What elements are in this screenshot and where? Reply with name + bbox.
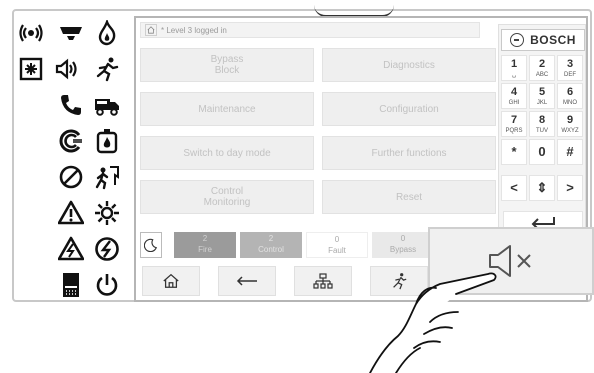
printer-icon (58, 272, 84, 298)
key-6[interactable]: 6 MNO (557, 83, 583, 109)
bypass-block-button[interactable]: Bypass Block (140, 48, 314, 82)
home-mini-icon[interactable] (145, 24, 157, 36)
key-5[interactable]: 5 JKL (529, 83, 555, 109)
alarm-signal-icon (18, 20, 44, 46)
key-3[interactable]: 3 DEF (557, 55, 583, 81)
back-arrow-icon (236, 276, 257, 286)
fault-counter[interactable]: 0 Fault (306, 232, 368, 258)
smoke-detector-icon (18, 56, 44, 82)
door-release-icon (94, 164, 120, 190)
key-0[interactable]: 0 (529, 139, 555, 165)
evacuation-icon (94, 56, 120, 82)
home-icon (163, 273, 179, 288)
key-1[interactable]: 1 ␣ (501, 55, 527, 81)
siren-icon (58, 20, 84, 46)
fire-counter[interactable]: 2 Fire (174, 232, 236, 258)
moon-icon (144, 238, 158, 252)
warning-icon (58, 200, 84, 226)
key-hash[interactable]: # (557, 139, 583, 165)
extinguishing-icon (58, 128, 84, 154)
fire-icon (94, 20, 120, 46)
login-status-text: * Level 3 logged in (161, 25, 227, 35)
control-monitoring-button[interactable]: Control Monitoring (140, 180, 314, 214)
phone-icon (58, 92, 84, 118)
pointing-hand-icon (369, 272, 497, 373)
network-button[interactable] (294, 266, 352, 296)
key-8[interactable]: 8 TUV (529, 111, 555, 137)
sun-icon (94, 200, 120, 226)
disabled-icon (58, 164, 84, 190)
key-2[interactable]: 2 ABC (529, 55, 555, 81)
key-9[interactable]: 9 WXYZ (557, 111, 583, 137)
fault-icon (58, 236, 84, 262)
loudspeaker-icon (54, 56, 80, 82)
reset-button[interactable]: Reset (322, 180, 496, 214)
status-bar: * Level 3 logged in (140, 22, 480, 38)
back-button[interactable] (218, 266, 276, 296)
diagnostics-button[interactable]: Diagnostics (322, 48, 496, 82)
key-right[interactable]: > (557, 175, 583, 201)
power-fault-icon (94, 236, 120, 262)
keypad: BOSCH 1 ␣ 2 ABC 3 DEF 4 GHI 5 JKL 6 MNO 7 PQRS … (498, 24, 586, 240)
key-4[interactable]: 4 GHI (501, 83, 527, 109)
key-left[interactable]: < (501, 175, 527, 201)
network-icon (313, 273, 333, 289)
brand-logo: BOSCH (501, 29, 585, 51)
bosch-logo-icon (510, 33, 525, 47)
fire-truck-icon (94, 92, 120, 118)
switch-day-mode-button[interactable]: Switch to day mode (140, 136, 314, 170)
power-icon (94, 272, 120, 298)
maintenance-button[interactable]: Maintenance (140, 92, 314, 126)
configuration-button[interactable]: Configuration (322, 92, 496, 126)
bypass-counter[interactable]: 0 Bypass (372, 232, 434, 258)
key-updown[interactable]: ⇕ (529, 175, 555, 201)
night-mode-button[interactable] (140, 232, 162, 258)
home-button[interactable] (142, 266, 200, 296)
control-counter[interactable]: 2 Control (240, 232, 302, 258)
led-indicator-panel (18, 16, 130, 298)
brand-name: BOSCH (530, 33, 576, 47)
further-functions-button[interactable]: Further functions (322, 136, 496, 170)
key-7[interactable]: 7 PQRS (501, 111, 527, 137)
key-star[interactable]: * (501, 139, 527, 165)
sprinkler-icon (94, 128, 120, 154)
